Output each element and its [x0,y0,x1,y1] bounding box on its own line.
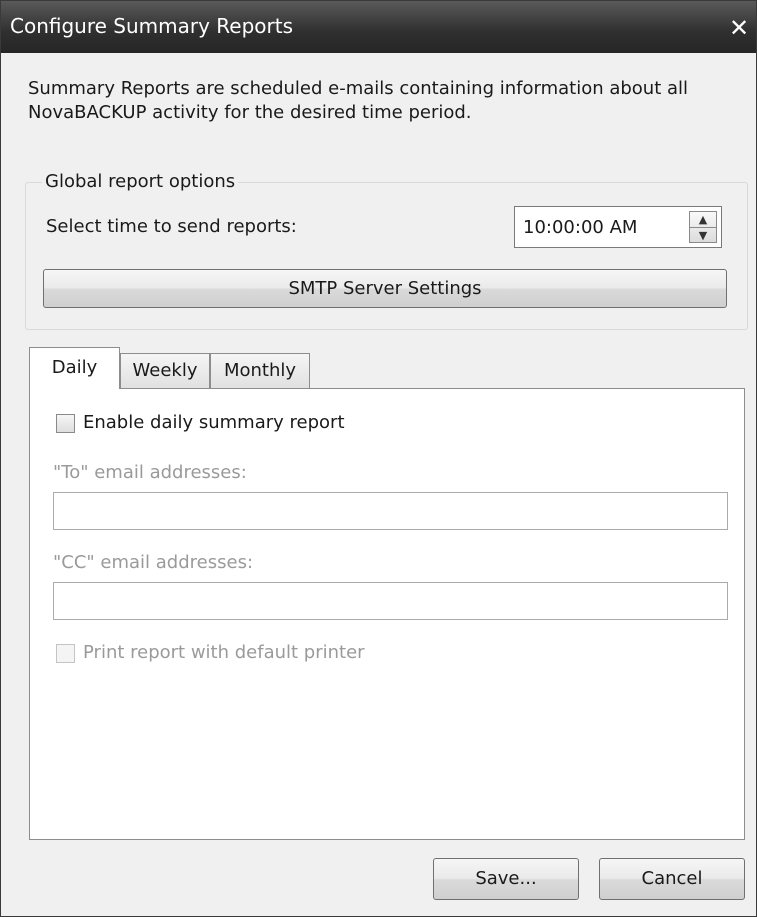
configure-summary-reports-dialog: Configure Summary Reports ✕ Summary Repo… [0,0,757,917]
to-addresses-label: "To" email addresses: [53,462,247,483]
save-button[interactable]: Save... [433,858,579,900]
print-report-label: Print report with default printer [83,642,365,663]
time-spinner[interactable]: ▲ ▼ [689,211,717,243]
enable-daily-checkbox[interactable] [56,414,75,433]
spin-up-icon[interactable]: ▲ [690,212,716,228]
time-value[interactable]: 10:00:00 AM [523,217,637,238]
tab-weekly[interactable]: Weekly [120,353,210,389]
window-title: Configure Summary Reports [10,14,294,38]
tab-monthly[interactable]: Monthly [210,353,310,389]
description-text: Summary Reports are scheduled e-mails co… [28,78,689,123]
cancel-button[interactable]: Cancel [599,858,745,900]
global-options-title: Global report options [42,171,239,192]
tab-daily[interactable]: Daily [29,347,120,389]
close-icon[interactable]: ✕ [726,15,752,41]
to-addresses-field[interactable] [53,492,728,530]
enable-daily-label[interactable]: Enable daily summary report [83,412,345,433]
print-report-checkbox[interactable] [56,644,75,663]
smtp-server-settings-button[interactable]: SMTP Server Settings [43,269,727,308]
spin-down-icon[interactable]: ▼ [690,228,716,243]
cc-addresses-label: "CC" email addresses: [53,552,254,573]
cc-addresses-field[interactable] [53,582,728,620]
title-bar: Configure Summary Reports ✕ [1,1,756,53]
time-label: Select time to send reports: [46,216,297,237]
time-picker[interactable]: 10:00:00 AM ▲ ▼ [514,206,722,248]
